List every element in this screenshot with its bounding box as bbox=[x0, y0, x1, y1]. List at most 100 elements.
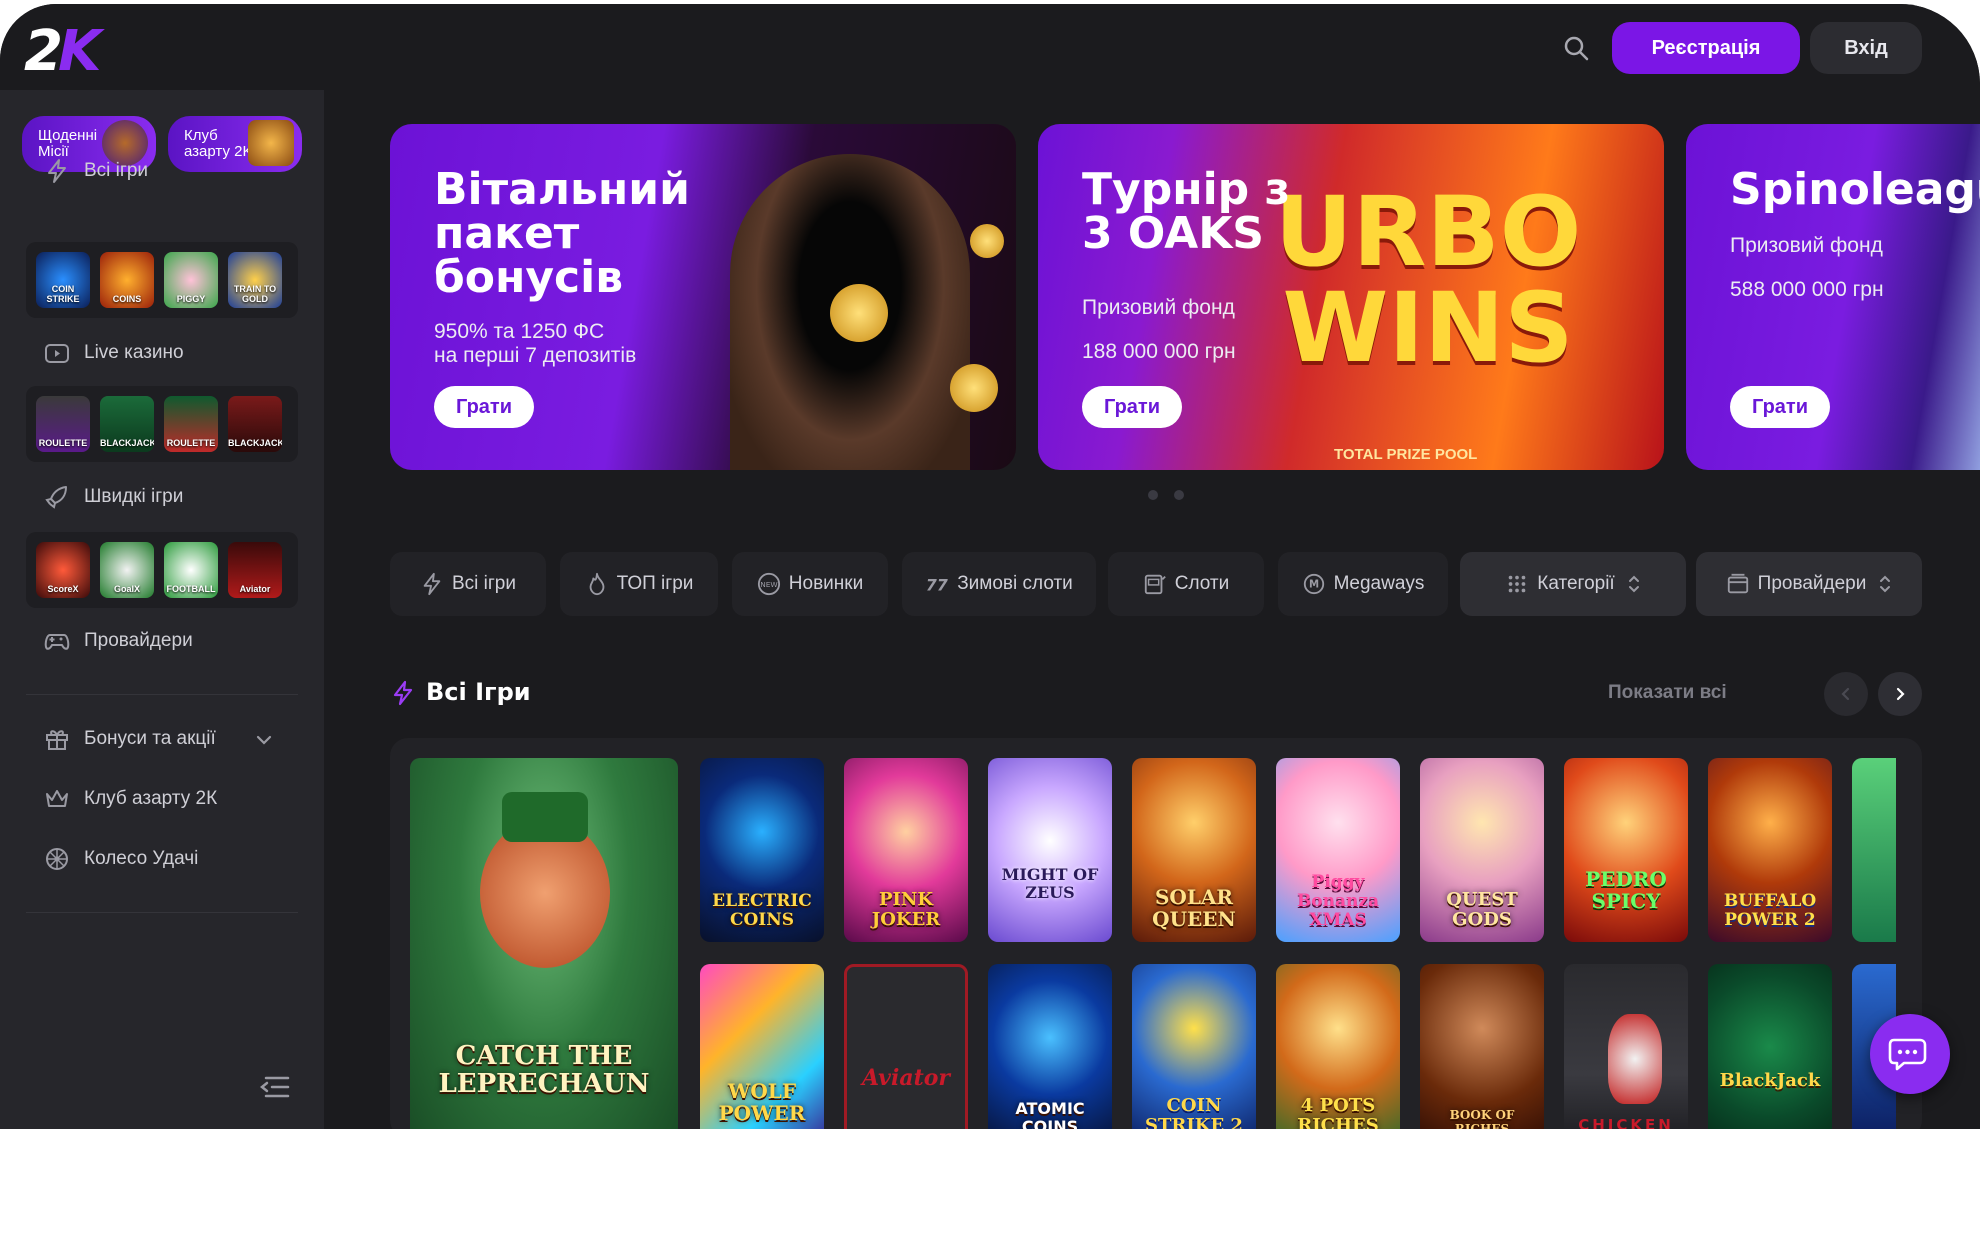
banner-art-caption: TOTAL PRIZE POOL bbox=[1334, 446, 1478, 463]
sidebar: Щоденні Місії Клуб азарту 2K Всі ігри CO… bbox=[0, 90, 324, 1129]
gold-coin-art bbox=[970, 224, 1004, 258]
game-title: ATOMIC COINS bbox=[1015, 1099, 1085, 1130]
game-thumb[interactable]: BLACKJACK bbox=[228, 396, 282, 452]
tv-icon bbox=[45, 344, 69, 363]
collapse-sidebar-icon[interactable] bbox=[258, 1072, 292, 1102]
game-tile[interactable]: BOOK OF RICHES bbox=[1420, 964, 1544, 1129]
sidebar-item-club[interactable]: Клуб азарту 2К bbox=[44, 784, 217, 814]
game-tile[interactable]: BlackJack bbox=[1708, 964, 1832, 1129]
sidebar-item-fast-games[interactable]: Швидкі ігри bbox=[44, 482, 183, 512]
search-icon[interactable] bbox=[1562, 34, 1590, 62]
game-thumb[interactable]: ScoreX bbox=[36, 542, 90, 598]
game-tile[interactable]: SOLAR QUEEN bbox=[1132, 758, 1256, 942]
categories-dropdown[interactable]: Категорії bbox=[1460, 552, 1686, 616]
hat-art bbox=[502, 792, 588, 842]
tab-label: Megaways bbox=[1333, 573, 1425, 594]
game-tile[interactable]: BUFFALO POWER 2 bbox=[1708, 758, 1832, 942]
sidebar-item-label: Колесо Удачі bbox=[84, 848, 199, 869]
game-tile[interactable]: MIGHT OF ZEUS bbox=[988, 758, 1112, 942]
providers-dropdown[interactable]: Провайдери bbox=[1696, 552, 1922, 616]
game-tile[interactable]: COIN STRIKE 2 bbox=[1132, 964, 1256, 1129]
game-tile[interactable]: PEDRO SPICY bbox=[1564, 758, 1688, 942]
thumb-label: PIGGY bbox=[176, 294, 206, 304]
game-thumb[interactable]: GoalX bbox=[100, 542, 154, 598]
chevron-down-icon[interactable] bbox=[254, 730, 274, 750]
tab-winter-slots[interactable]: 777 Зимові слоти bbox=[902, 552, 1096, 616]
sidebar-divider bbox=[26, 694, 298, 695]
game-tile[interactable]: 4 POTS RICHES bbox=[1276, 964, 1400, 1129]
carousel-dot[interactable] bbox=[1174, 490, 1184, 500]
game-thumb[interactable]: PIGGY bbox=[164, 252, 218, 308]
game-thumb[interactable]: BLACKJACK bbox=[100, 396, 154, 452]
banner-tournament[interactable]: URBO WINS TOTAL PRIZE POOL Турнір з 3 OA… bbox=[1038, 124, 1664, 470]
chevron-left-icon bbox=[1841, 687, 1850, 701]
provider-box-icon bbox=[1727, 573, 1748, 594]
thumb-label: GoalX bbox=[113, 584, 140, 594]
game-title: MIGHT OF ZEUS bbox=[1001, 865, 1099, 902]
gold-coin-art bbox=[830, 284, 888, 342]
thumb-label: FOOTBALL bbox=[166, 584, 216, 594]
grid-icon bbox=[1508, 575, 1526, 593]
game-thumb[interactable]: COINS bbox=[100, 252, 154, 308]
rocket-icon bbox=[45, 486, 67, 509]
game-tile[interactable]: CHICKEN bbox=[1564, 964, 1688, 1129]
game-thumb[interactable]: Aviator bbox=[228, 542, 282, 598]
banner-welcome[interactable]: Вітальний пакет бонусів 950% та 1250 ФС … bbox=[390, 124, 1016, 470]
gamepad-icon bbox=[44, 634, 70, 650]
fast-games-thumbs: ScoreX GoalX FOOTBALL Aviator bbox=[26, 532, 298, 608]
thumb-label: ROULETTE bbox=[166, 438, 216, 448]
game-thumb[interactable]: ROULETTE bbox=[36, 396, 90, 452]
sidebar-item-bonuses[interactable]: Бонуси та акції bbox=[44, 724, 216, 754]
banner-title: Турнір з 3 OAKS bbox=[1082, 164, 1291, 259]
carousel-dot[interactable] bbox=[1148, 490, 1158, 500]
sidebar-item-live-casino[interactable]: Live казино bbox=[44, 338, 184, 368]
sidebar-item-label: Провайдери bbox=[84, 630, 193, 651]
banner-play-button[interactable]: Грати bbox=[1730, 386, 1831, 428]
support-chat-button[interactable] bbox=[1870, 1014, 1950, 1094]
thumb-label: ScoreX bbox=[47, 584, 79, 594]
tab-label: Новинки bbox=[788, 573, 864, 594]
game-tile[interactable]: Piggy Bonanza XMAS bbox=[1276, 758, 1400, 942]
tab-label: ТОП ігри bbox=[616, 573, 694, 594]
sidebar-item-wheel[interactable]: Колесо Удачі bbox=[44, 844, 198, 874]
live-casino-thumbs: ROULETTE BLACKJACK ROULETTE BLACKJACK bbox=[26, 386, 298, 462]
tab-all-games[interactable]: Всі ігри bbox=[390, 552, 546, 616]
game-tile[interactable]: PINK JOKER bbox=[844, 758, 968, 942]
club-2k-label: Клуб азарту 2K bbox=[184, 127, 253, 160]
sidebar-item-label: Швидкі ігри bbox=[84, 486, 184, 507]
sidebar-item-providers[interactable]: Провайдери bbox=[44, 626, 193, 656]
rooster-art bbox=[1608, 1014, 1662, 1104]
game-tile[interactable]: ELECTRIC COINS bbox=[700, 758, 824, 942]
show-all-link[interactable]: Показати всі bbox=[1608, 682, 1727, 704]
game-tile[interactable]: Aviator bbox=[844, 964, 968, 1129]
carousel-dots bbox=[1148, 490, 1184, 500]
banner-title: Spinoleague bbox=[1730, 164, 1980, 215]
tab-slots[interactable]: Слоти bbox=[1108, 552, 1264, 616]
game-tile[interactable]: QUEST GODS bbox=[1420, 758, 1544, 942]
game-title: Piggy Bonanza XMAS bbox=[1296, 872, 1380, 930]
game-tile[interactable]: ATOMIC COINS bbox=[988, 964, 1112, 1129]
tab-megaways[interactable]: M Megaways bbox=[1278, 552, 1448, 616]
game-title: Aviator bbox=[862, 1065, 950, 1091]
banner-prize: 588 000 000 грн bbox=[1730, 278, 1884, 301]
tab-top-games[interactable]: ТОП ігри bbox=[560, 552, 718, 616]
sidebar-item-all-games[interactable]: Всі ігри bbox=[44, 156, 148, 186]
game-tile[interactable]: WOLF POWER bbox=[700, 964, 824, 1129]
game-thumb[interactable]: COIN STRIKE bbox=[36, 252, 90, 308]
next-arrow-button[interactable] bbox=[1878, 672, 1922, 716]
game-thumb[interactable]: ROULETTE bbox=[164, 396, 218, 452]
prev-arrow-button[interactable] bbox=[1824, 672, 1868, 716]
banner-play-button[interactable]: Грати bbox=[1082, 386, 1183, 428]
game-thumb[interactable]: FOOTBALL bbox=[164, 542, 218, 598]
banner-subtitle: Призовий фонд bbox=[1082, 296, 1235, 319]
brand-logo[interactable]: 2 K bbox=[24, 18, 124, 78]
game-thumb[interactable]: TRAIN TO GOLD bbox=[228, 252, 282, 308]
login-button[interactable]: Вхід bbox=[1810, 22, 1922, 74]
banner-play-button[interactable]: Грати bbox=[434, 386, 535, 428]
banner-spinoleague[interactable]: Spinoleague Призовий фонд 588 000 000 гр… bbox=[1686, 124, 1980, 470]
game-tile[interactable] bbox=[1852, 758, 1896, 942]
game-tile[interactable]: CATCH THE LEPRECHAUN bbox=[410, 758, 678, 1129]
register-button[interactable]: Реєстрація bbox=[1612, 22, 1800, 74]
club-2k-button[interactable]: Клуб азарту 2K bbox=[168, 116, 302, 172]
tab-new[interactable]: NEW Новинки bbox=[732, 552, 888, 616]
